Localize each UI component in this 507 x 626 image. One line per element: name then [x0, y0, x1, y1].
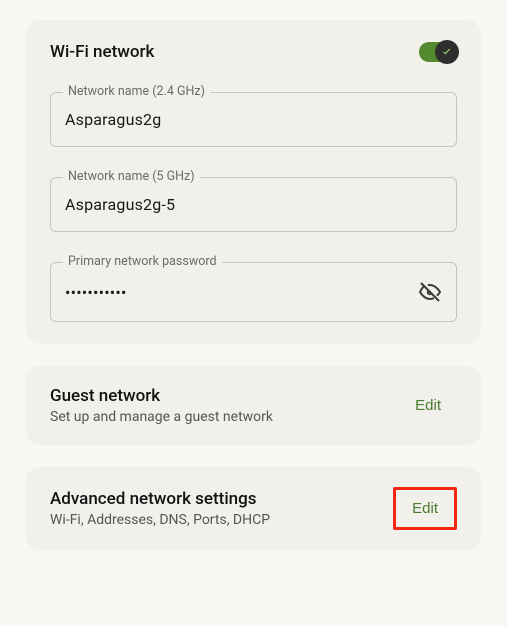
- network-name-5-value: Asparagus2g-5: [65, 195, 442, 214]
- advanced-edit-button[interactable]: Edit: [396, 490, 454, 527]
- guest-subtitle: Set up and manage a guest network: [50, 409, 273, 425]
- guest-title: Guest network: [50, 386, 273, 406]
- network-name-24-label: Network name (2.4 GHz): [63, 84, 210, 99]
- wifi-network-card: Wi-Fi network Network name (2.4 GHz) Asp…: [26, 20, 481, 344]
- wifi-header-row: Wi-Fi network: [50, 42, 457, 62]
- network-name-5-field[interactable]: Network name (5 GHz) Asparagus2g-5: [50, 177, 457, 232]
- wifi-toggle[interactable]: [419, 42, 457, 62]
- visibility-off-icon[interactable]: [418, 280, 442, 304]
- wifi-title: Wi-Fi network: [50, 42, 154, 62]
- network-name-5-label: Network name (5 GHz): [63, 169, 200, 184]
- advanced-subtitle: Wi-Fi, Addresses, DNS, Ports, DHCP: [50, 512, 270, 528]
- network-name-24-field[interactable]: Network name (2.4 GHz) Asparagus2g: [50, 92, 457, 147]
- primary-password-field[interactable]: Primary network password •••••••••••: [50, 262, 457, 322]
- toggle-thumb: [435, 40, 459, 64]
- advanced-edit-highlight: Edit: [393, 487, 457, 530]
- advanced-settings-card: Advanced network settings Wi-Fi, Address…: [26, 467, 481, 550]
- advanced-title: Advanced network settings: [50, 489, 270, 509]
- network-name-24-value: Asparagus2g: [65, 110, 442, 129]
- primary-password-value: •••••••••••: [65, 283, 418, 302]
- guest-edit-button[interactable]: Edit: [399, 387, 457, 424]
- check-icon: [440, 45, 454, 59]
- guest-network-card: Guest network Set up and manage a guest …: [26, 366, 481, 445]
- primary-password-label: Primary network password: [63, 254, 222, 269]
